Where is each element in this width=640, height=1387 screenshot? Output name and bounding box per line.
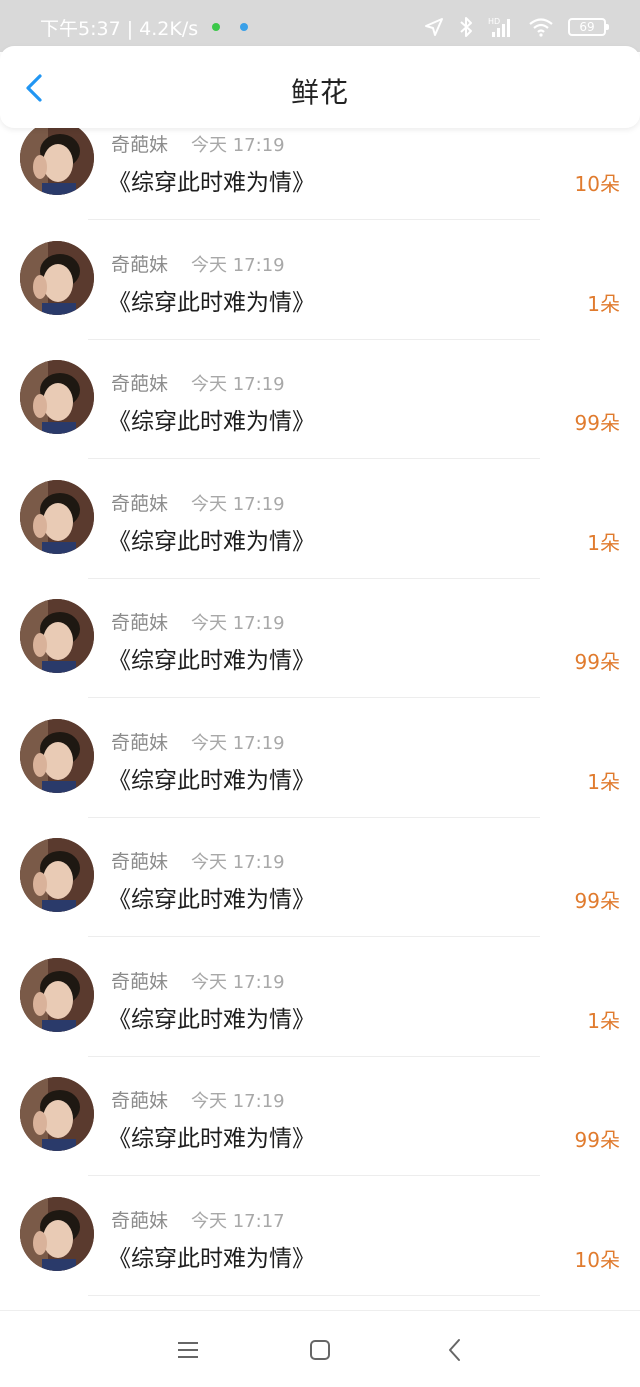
list-item[interactable]: 奇葩妹 今天 17:19 《综穿此时难为情》 99朵 <box>0 578 640 698</box>
avatar-image <box>20 958 94 1032</box>
book-title: 《综穿此时难为情》 <box>108 1126 315 1152</box>
sender-name: 奇葩妹 <box>111 493 169 515</box>
book-title: 《综穿此时难为情》 <box>108 1246 315 1272</box>
sent-time: 今天 17:19 <box>191 972 285 993</box>
status-left: 下午5:37 | 4.2K/s <box>40 15 249 40</box>
bluetooth-icon <box>460 17 472 37</box>
book-title: 《综穿此时难为情》 <box>108 290 315 316</box>
avatar-image <box>20 1197 94 1271</box>
sent-time: 今天 17:19 <box>191 374 285 395</box>
flower-list: 奇葩妹 今天 17:19 《综穿此时难为情》 10朵 奇葩妹 今天 17:19 … <box>0 100 640 1310</box>
signal-icon: HD <box>488 17 510 37</box>
divider <box>88 1295 540 1296</box>
avatar[interactable] <box>20 719 94 793</box>
location-icon <box>425 18 443 36</box>
home-square-icon <box>310 1340 330 1360</box>
list-item[interactable]: 奇葩妹 今天 17:19 《综穿此时难为情》 1朵 <box>0 459 640 579</box>
book-title: 《综穿此时难为情》 <box>108 648 315 674</box>
flower-count: 99朵 <box>574 889 620 913</box>
sender-name: 奇葩妹 <box>111 134 169 156</box>
avatar[interactable] <box>20 958 94 1032</box>
flower-count: 99朵 <box>574 411 620 435</box>
avatar[interactable] <box>20 480 94 554</box>
book-title: 《综穿此时难为情》 <box>108 887 315 913</box>
avatar-image <box>20 360 94 434</box>
sender-name: 奇葩妹 <box>111 254 169 276</box>
avatar-image <box>20 121 94 195</box>
battery-level: 69 <box>579 20 595 34</box>
flower-count: 1朵 <box>587 292 620 316</box>
sent-time: 今天 17:19 <box>191 1091 285 1112</box>
flower-count: 1朵 <box>587 531 620 555</box>
avatar-image <box>20 719 94 793</box>
list-item[interactable]: 奇葩妹 今天 17:17 《综穿此时难为情》 10朵 <box>0 1176 640 1296</box>
book-title: 《综穿此时难为情》 <box>108 170 315 196</box>
list-item[interactable]: 奇葩妹 今天 17:19 《综穿此时难为情》 99朵 <box>0 817 640 937</box>
back-chevron-icon <box>449 1339 460 1361</box>
avatar-image <box>20 241 94 315</box>
list-item[interactable]: 奇葩妹 今天 17:19 《综穿此时难为情》 1朵 <box>0 220 640 340</box>
book-title: 《综穿此时难为情》 <box>108 1007 315 1033</box>
list-item[interactable]: 奇葩妹 今天 17:19 《综穿此时难为情》 1朵 <box>0 698 640 818</box>
book-title: 《综穿此时难为情》 <box>108 768 315 794</box>
book-title: 《综穿此时难为情》 <box>108 529 315 555</box>
sender-name: 奇葩妹 <box>111 971 169 993</box>
flower-count: 1朵 <box>587 770 620 794</box>
avatar[interactable] <box>20 1197 94 1271</box>
avatar[interactable] <box>20 121 94 195</box>
avatar-image <box>20 599 94 673</box>
system-nav-bar <box>0 1310 640 1387</box>
sender-name: 奇葩妹 <box>111 612 169 634</box>
avatar[interactable] <box>20 1077 94 1151</box>
avatar-image <box>20 480 94 554</box>
sent-time: 今天 17:19 <box>191 852 285 873</box>
sender-name: 奇葩妹 <box>111 1210 169 1232</box>
status-bar: 下午5:37 | 4.2K/s HD 69 <box>0 0 640 52</box>
nav-back-button[interactable] <box>442 1337 468 1363</box>
flower-count: 10朵 <box>574 1248 620 1272</box>
flower-count: 99朵 <box>574 1128 620 1152</box>
flower-count: 99朵 <box>574 650 620 674</box>
status-time-speed: 下午5:37 | 4.2K/s <box>40 17 199 40</box>
avatar[interactable] <box>20 838 94 912</box>
sent-time: 今天 17:19 <box>191 733 285 754</box>
top-app-bar: 鲜花 <box>0 46 640 128</box>
notification-dot-blue-icon <box>240 23 249 31</box>
sender-name: 奇葩妹 <box>111 1090 169 1112</box>
svg-text:HD: HD <box>488 17 500 26</box>
sender-name: 奇葩妹 <box>111 373 169 395</box>
book-title: 《综穿此时难为情》 <box>108 409 315 435</box>
avatar[interactable] <box>20 360 94 434</box>
battery-icon: 69 <box>568 18 609 36</box>
sender-name: 奇葩妹 <box>111 732 169 754</box>
list-item[interactable]: 奇葩妹 今天 17:19 《综穿此时难为情》 99朵 <box>0 339 640 459</box>
list-item[interactable]: 奇葩妹 今天 17:19 《综穿此时难为情》 99朵 <box>0 1056 640 1176</box>
avatar-image <box>20 838 94 912</box>
notification-dot-green-icon <box>212 23 221 31</box>
avatar[interactable] <box>20 241 94 315</box>
flowers-page: 下午5:37 | 4.2K/s HD 69 鲜花 奇葩妹 今天 17:19 《综… <box>0 0 640 1387</box>
menu-button[interactable] <box>175 1337 201 1363</box>
list-item[interactable]: 奇葩妹 今天 17:19 《综穿此时难为情》 1朵 <box>0 937 640 1057</box>
page-title: 鲜花 <box>290 76 349 109</box>
sent-time: 今天 17:19 <box>191 494 285 515</box>
flower-count: 10朵 <box>574 172 620 196</box>
home-button[interactable] <box>307 1337 333 1363</box>
sender-name: 奇葩妹 <box>111 851 169 873</box>
avatar-image <box>20 1077 94 1151</box>
menu-icon <box>178 1342 198 1358</box>
avatar[interactable] <box>20 599 94 673</box>
wifi-icon <box>529 18 553 37</box>
status-right: HD 69 <box>424 14 609 40</box>
sent-time: 今天 17:19 <box>191 255 285 276</box>
sent-time: 今天 17:19 <box>191 135 285 156</box>
sent-time: 今天 17:17 <box>191 1211 285 1232</box>
sent-time: 今天 17:19 <box>191 613 285 634</box>
flower-count: 1朵 <box>587 1009 620 1033</box>
